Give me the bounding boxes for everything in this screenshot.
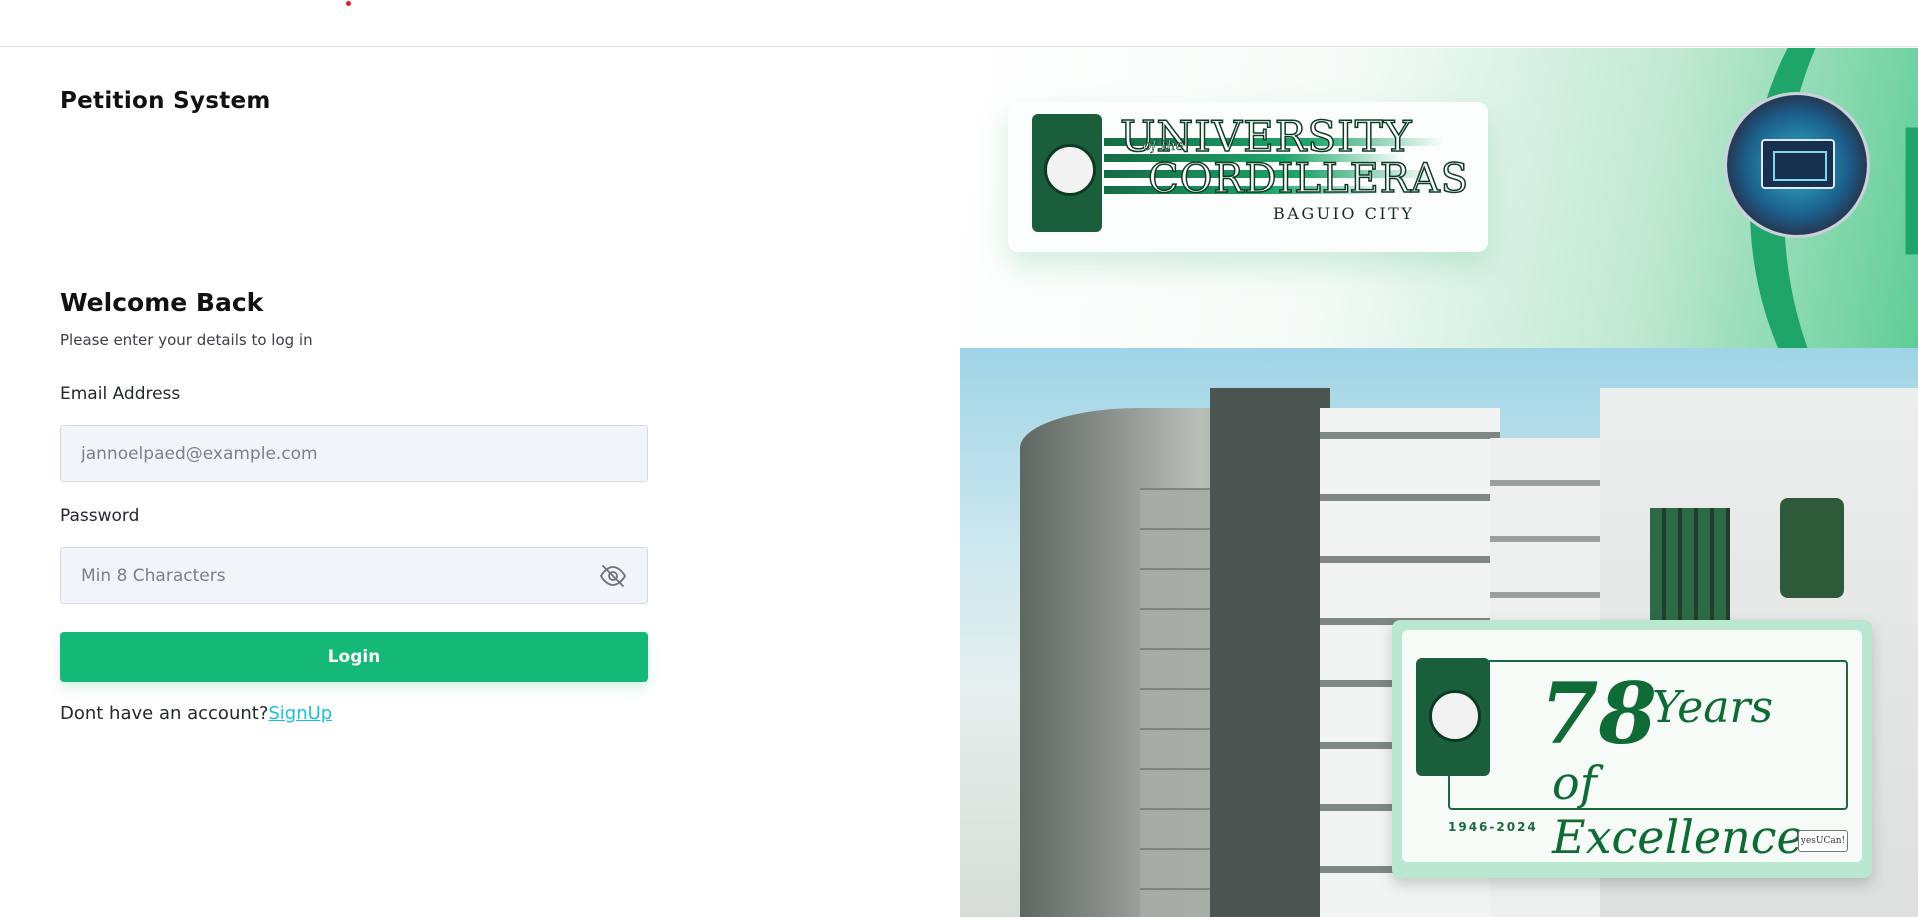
login-panel: Petition System Welcome Back Please ente… xyxy=(0,48,960,917)
email-field-wrapper xyxy=(60,425,648,482)
building-dark xyxy=(1210,388,1330,917)
anniversary-years: Years xyxy=(1652,682,1774,733)
eye-off-icon[interactable] xyxy=(599,564,627,588)
anniversary-seal-icon xyxy=(1416,658,1490,776)
page-title: Welcome Back xyxy=(60,288,264,317)
university-logo: UNIVERSITY of the CORDILLERAS BAGUIO CIT… xyxy=(1008,102,1488,252)
signup-row: Dont have an account?SignUp xyxy=(60,703,332,724)
top-bar xyxy=(0,0,1918,47)
password-input[interactable] xyxy=(61,548,647,603)
anniversary-range: 1946-2024 xyxy=(1448,820,1538,834)
email-input[interactable] xyxy=(61,426,647,481)
anniversary-tag: yesUCan! xyxy=(1798,830,1848,852)
signup-link[interactable]: SignUp xyxy=(268,703,332,724)
icpep-seal-icon xyxy=(1724,92,1870,238)
logo-text-cordilleras: CORDILLERAS xyxy=(1147,155,1470,203)
anniversary-banner: 78 Years of Excellence 1946-2024 yesUCan… xyxy=(1392,620,1872,878)
password-label: Password xyxy=(60,506,140,526)
login-button[interactable]: Login xyxy=(60,632,648,682)
app-brand: Petition System xyxy=(60,88,271,114)
university-seal-icon xyxy=(1032,114,1102,232)
icpep-chip-icon xyxy=(1761,139,1835,189)
anniversary-number: 78 xyxy=(1540,664,1657,763)
logo-text-of-the: of the xyxy=(1143,138,1185,155)
email-label: Email Address xyxy=(60,384,181,404)
hero-panel: UNIVERSITY of the CORDILLERAS BAGUIO CIT… xyxy=(960,48,1918,917)
page-subtitle: Please enter your details to log in xyxy=(60,331,313,349)
password-field-wrapper xyxy=(60,547,648,604)
signup-prompt: Dont have an account? xyxy=(60,703,269,724)
building-emblem-icon xyxy=(1780,498,1844,598)
university-banner: UNIVERSITY of the CORDILLERAS BAGUIO CIT… xyxy=(960,48,1918,348)
campus-photo: 78 Years of Excellence 1946-2024 yesUCan… xyxy=(960,348,1918,917)
logo-text-city: BAGUIO CITY xyxy=(1273,204,1415,223)
indicator-dot xyxy=(346,1,351,6)
